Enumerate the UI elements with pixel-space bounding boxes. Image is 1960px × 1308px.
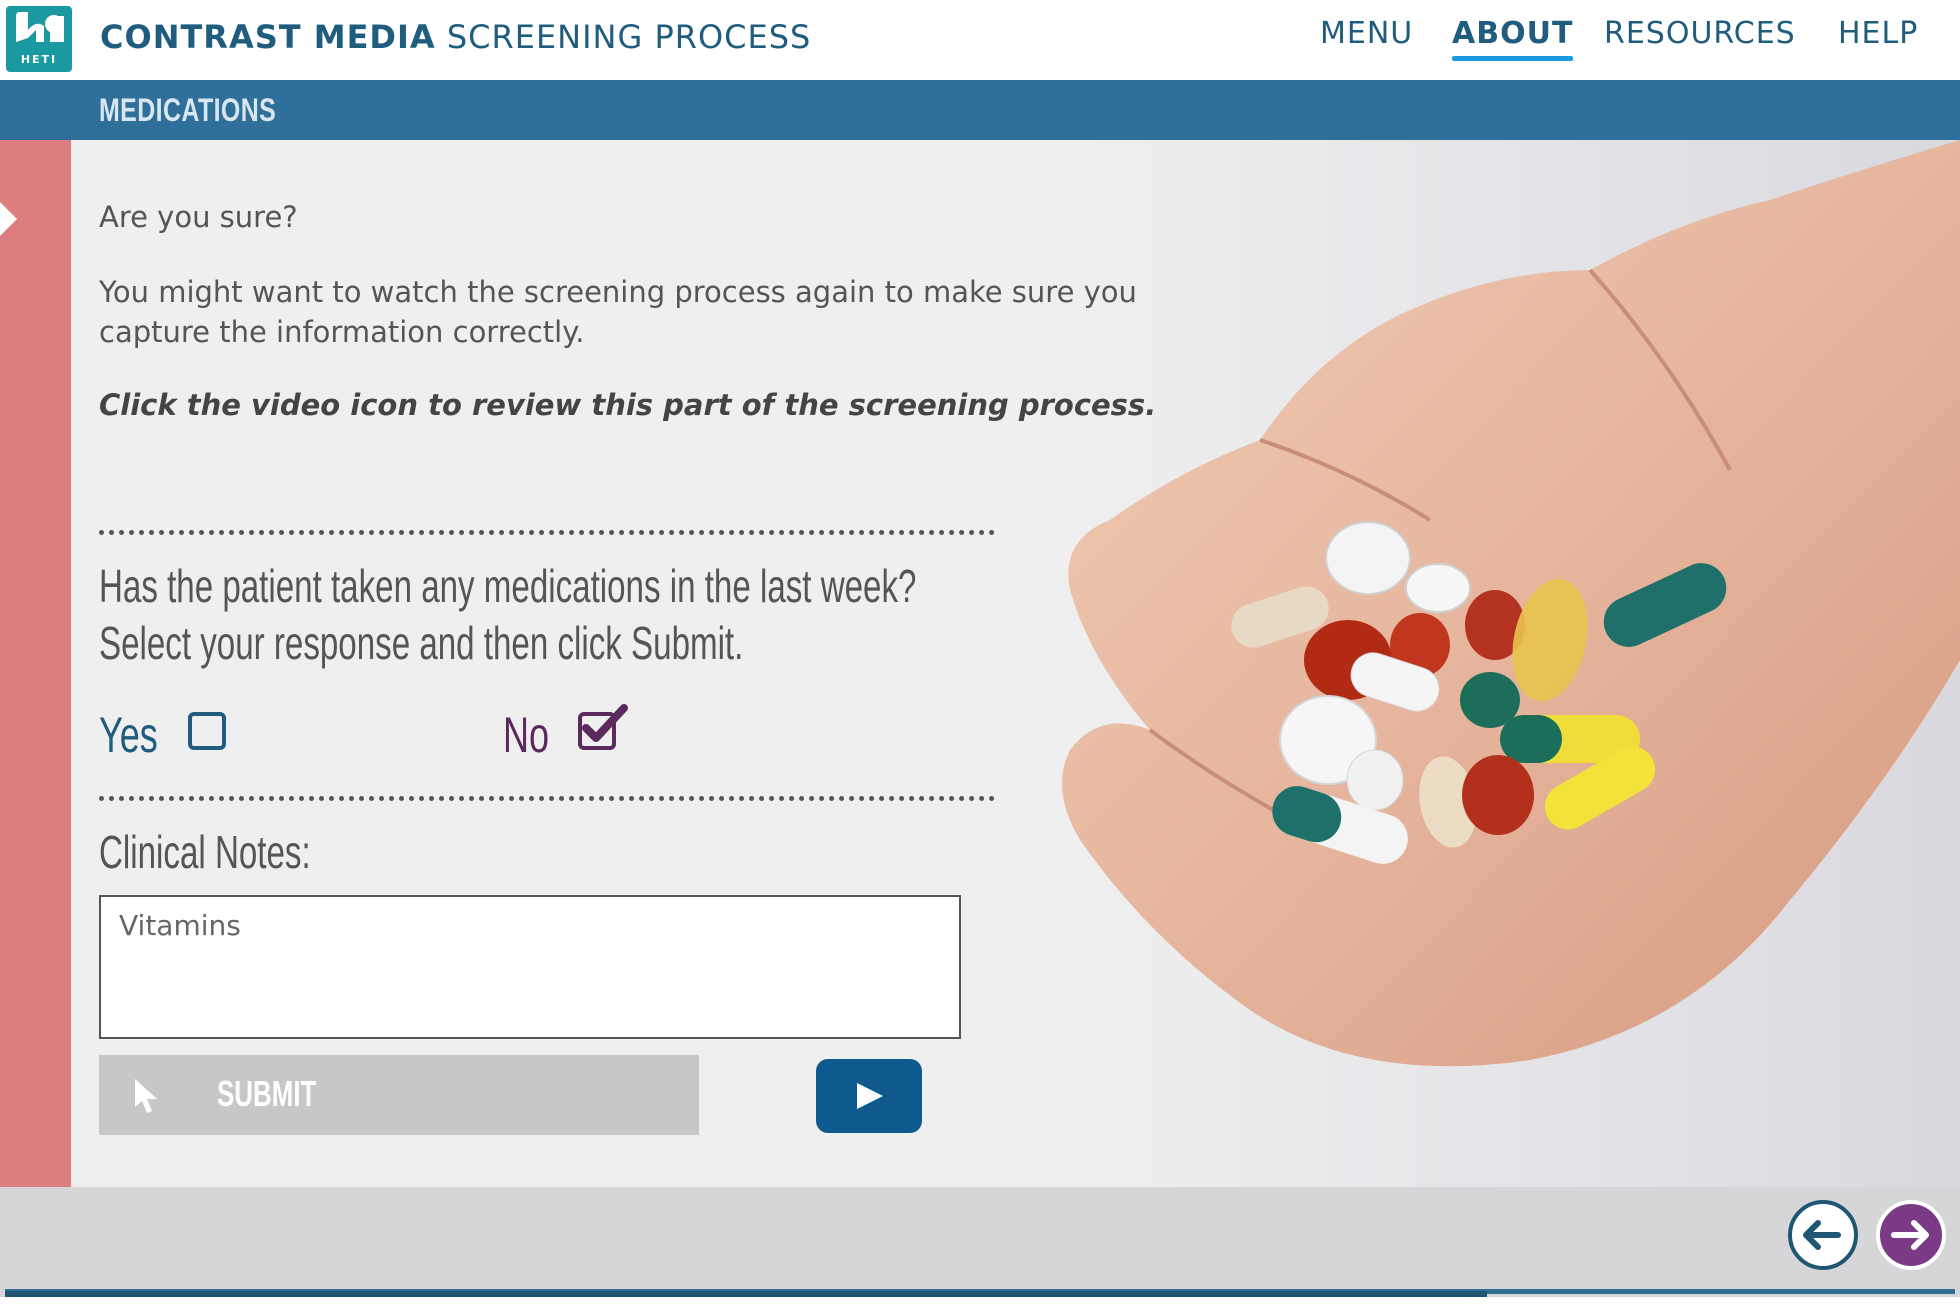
submit-label: SUBMIT bbox=[217, 1073, 317, 1114]
content-area: Are you sure? You might want to watch th… bbox=[0, 140, 1960, 1187]
footer-bar bbox=[0, 1187, 1960, 1308]
section-bar: MEDICATIONS bbox=[0, 80, 1960, 140]
arrow-left-icon bbox=[1803, 1220, 1841, 1250]
question-line-2: Select your response and then click Subm… bbox=[99, 617, 744, 669]
yes-label[interactable]: Yes bbox=[99, 706, 158, 764]
nav-resources[interactable]: RESOURCES bbox=[1604, 16, 1796, 51]
are-you-sure-text: Are you sure? bbox=[99, 200, 298, 234]
video-button[interactable] bbox=[816, 1059, 922, 1133]
logo-text: HETI bbox=[20, 53, 58, 66]
play-icon bbox=[857, 1083, 883, 1109]
divider-bottom bbox=[99, 796, 995, 801]
arrow-right-icon bbox=[1891, 1220, 1929, 1250]
nav-menu[interactable]: MENU bbox=[1320, 16, 1413, 51]
heti-logo-icon: HETI bbox=[6, 6, 72, 72]
app-title-rest: SCREENING PROCESS bbox=[446, 18, 812, 56]
divider-top bbox=[99, 530, 995, 535]
nav-about[interactable]: ABOUT bbox=[1452, 16, 1574, 61]
footer-bottom-edge bbox=[0, 1297, 1960, 1308]
clinical-notes-field[interactable]: Vitamins bbox=[99, 895, 961, 1039]
yes-checkbox[interactable] bbox=[188, 712, 226, 750]
advice-text: You might want to watch the screening pr… bbox=[99, 275, 1137, 349]
no-label[interactable]: No bbox=[503, 706, 549, 764]
checkmark-icon bbox=[582, 704, 628, 742]
submit-button[interactable]: SUBMIT bbox=[99, 1055, 699, 1135]
app-title: CONTRAST MEDIA SCREENING PROCESS bbox=[100, 18, 811, 56]
nav-help[interactable]: HELP bbox=[1838, 16, 1918, 51]
back-button[interactable] bbox=[1788, 1200, 1858, 1270]
next-button[interactable] bbox=[1876, 1200, 1946, 1270]
clinical-notes-label: Clinical Notes: bbox=[99, 826, 311, 878]
app-header: HETI CONTRAST MEDIA SCREENING PROCESS ME… bbox=[0, 0, 1960, 80]
cursor-icon bbox=[135, 1079, 157, 1113]
no-checkbox[interactable] bbox=[578, 704, 628, 750]
section-title: MEDICATIONS bbox=[99, 92, 277, 128]
question-text: Has the patient taken any medications in… bbox=[99, 558, 916, 672]
left-strip bbox=[0, 140, 71, 1187]
question-line-1: Has the patient taken any medications in… bbox=[99, 560, 917, 612]
instruction-text: Click the video icon to review this part… bbox=[99, 388, 1157, 422]
clinical-notes-value: Vitamins bbox=[119, 909, 241, 942]
strip-arrow-icon[interactable] bbox=[0, 202, 17, 236]
app-title-strong: CONTRAST MEDIA bbox=[100, 18, 436, 56]
